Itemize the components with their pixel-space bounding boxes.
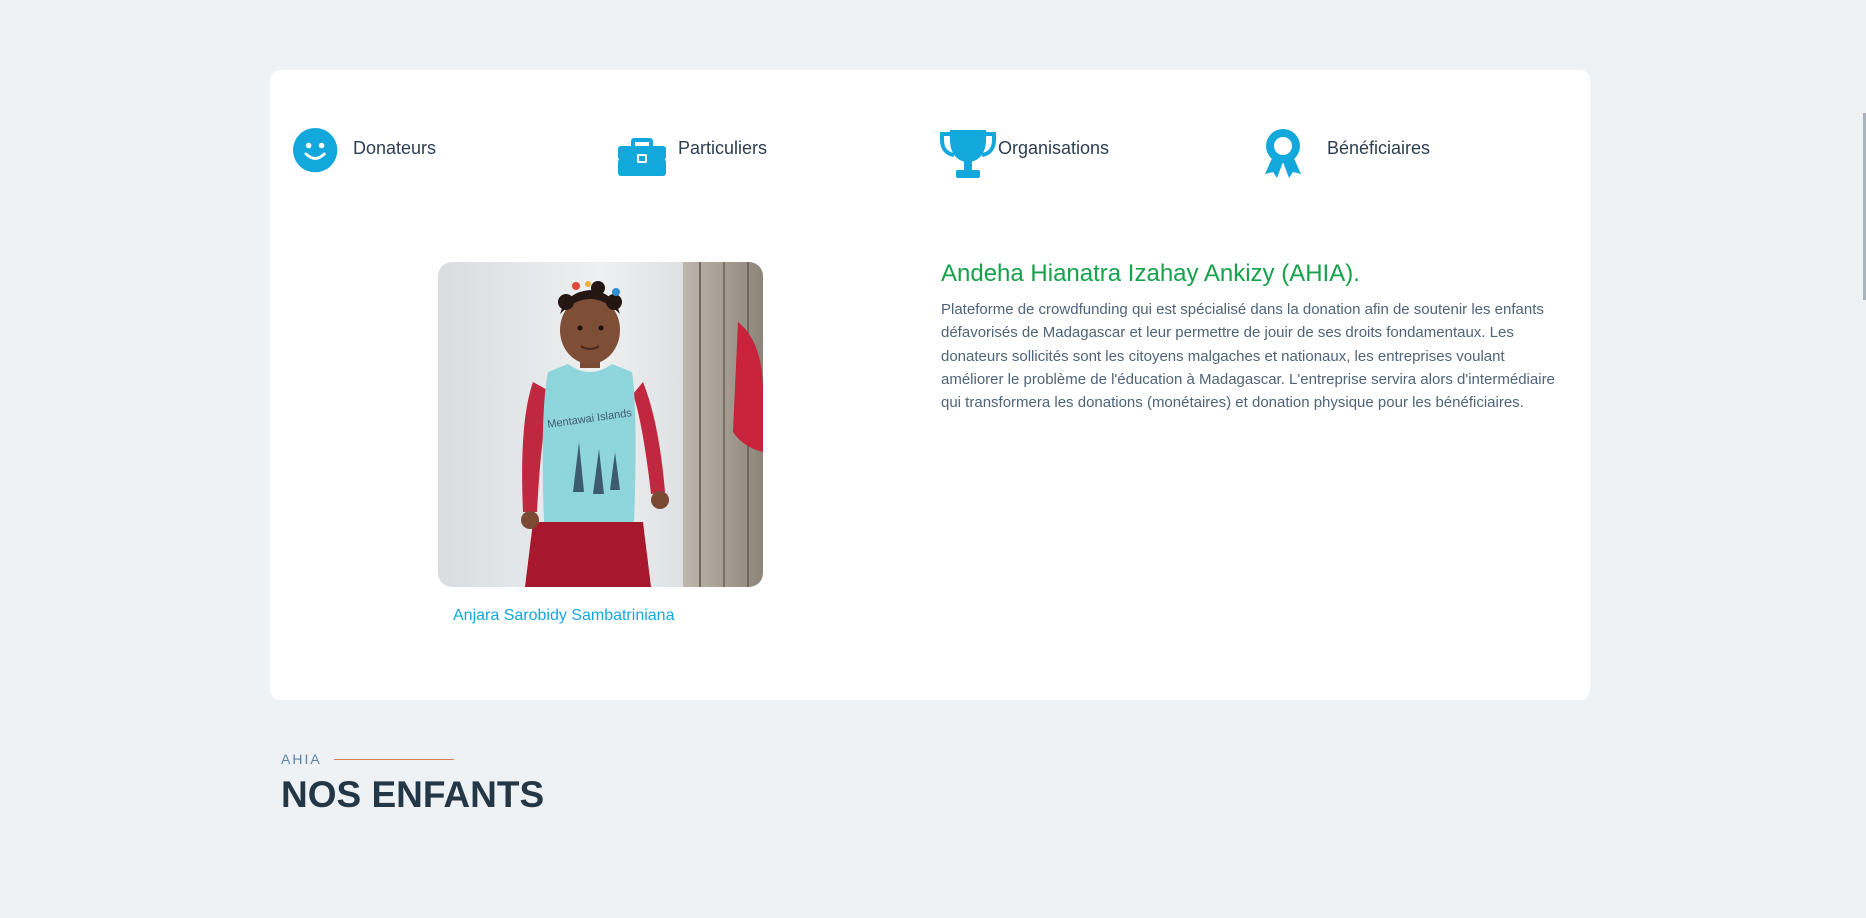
about-title: Andeha Hianatra Izahay Ankizy (AHIA).: [941, 260, 1360, 287]
section-title: NOS ENFANTS: [281, 774, 545, 815]
eyebrow-divider: [333, 758, 454, 760]
award-ribbon-icon: [1265, 129, 1301, 178]
smiley-icon: [293, 128, 338, 173]
section-eyebrow-label: AHIA: [281, 751, 322, 767]
briefcase-icon: [618, 138, 666, 176]
feature-donateurs: Donateurs: [293, 128, 436, 176]
feature-particuliers: Particuliers: [616, 128, 767, 180]
feature-label-beneficiaires: Bénéficiaires: [1327, 138, 1431, 158]
about-text: Plateforme de crowdfunding qui est spéci…: [941, 301, 1555, 412]
feature-beneficiaires: Bénéficiaires: [1263, 128, 1430, 180]
feature-label-particuliers: Particuliers: [678, 138, 768, 158]
feature-label-donateurs: Donateurs: [353, 138, 437, 158]
trophy-icon: [940, 130, 996, 178]
feature-organisations: Organisations: [940, 128, 1109, 180]
feature-label-organisations: Organisations: [998, 138, 1110, 158]
child-name-caption[interactable]: Anjara Sarobidy Sambatriniana: [453, 607, 674, 625]
section-eyebrow: AHIA: [281, 751, 454, 767]
child-photo: Mentawai Islands: [438, 262, 763, 587]
